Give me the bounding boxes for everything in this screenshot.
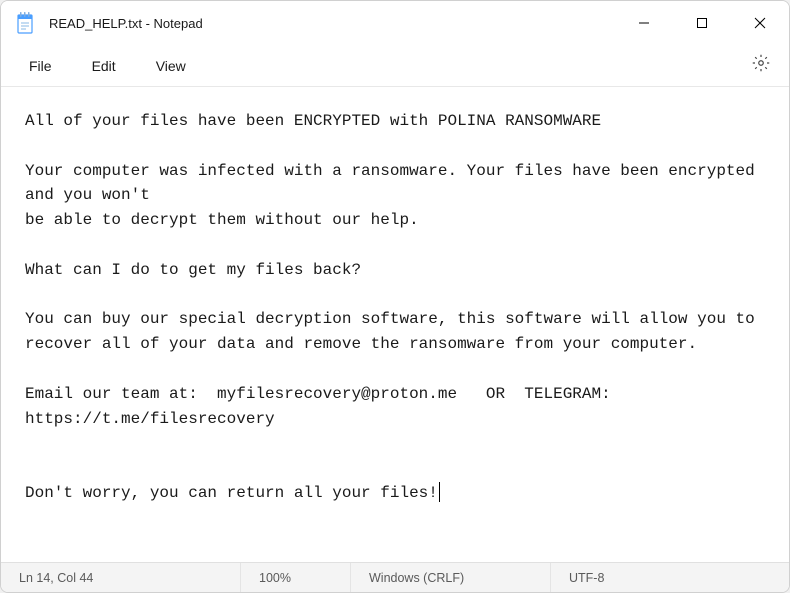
text-cursor (439, 482, 440, 502)
close-button[interactable] (731, 1, 789, 45)
status-position: Ln 14, Col 44 (1, 563, 241, 592)
menu-view[interactable]: View (136, 50, 206, 82)
status-line-ending: Windows (CRLF) (351, 563, 551, 592)
settings-button[interactable] (741, 46, 781, 86)
document-text: All of your files have been ENCRYPTED wi… (25, 112, 764, 502)
status-encoding: UTF-8 (551, 563, 789, 592)
notepad-app-icon (15, 12, 35, 34)
titlebar: READ_HELP.txt - Notepad (1, 1, 789, 45)
maximize-button[interactable] (673, 1, 731, 45)
window-title: READ_HELP.txt - Notepad (49, 16, 615, 31)
menubar: File Edit View (1, 45, 789, 87)
text-editor-area[interactable]: All of your files have been ENCRYPTED wi… (1, 87, 789, 562)
menu-file[interactable]: File (9, 50, 72, 82)
window-controls (615, 1, 789, 45)
status-zoom: 100% (241, 563, 351, 592)
statusbar: Ln 14, Col 44 100% Windows (CRLF) UTF-8 (1, 562, 789, 592)
minimize-button[interactable] (615, 1, 673, 45)
gear-icon (752, 54, 770, 77)
menu-edit[interactable]: Edit (72, 50, 136, 82)
notepad-window: READ_HELP.txt - Notepad File Edit View (0, 0, 790, 593)
